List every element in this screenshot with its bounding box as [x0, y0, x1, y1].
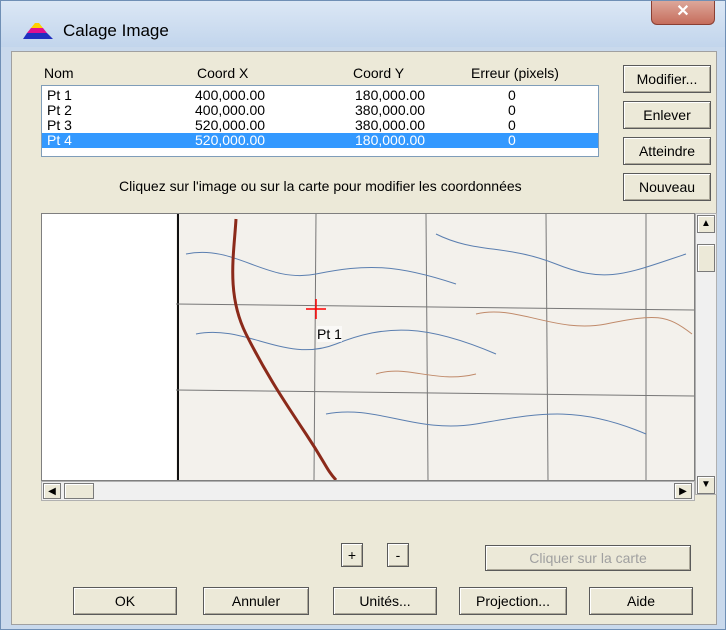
map-image-view[interactable]: Pt 1 [41, 213, 695, 481]
point-coord-x: 400,000.00 [195, 102, 266, 118]
map-layers-icon [23, 23, 53, 39]
map-horizontal-scrollbar[interactable]: ◀ ▶ [41, 481, 695, 501]
point-coord-x: 400,000.00 [195, 87, 266, 103]
point-error: 0 [508, 132, 516, 148]
point-coord-y: 180,000.00 [355, 132, 426, 148]
nouveau-button-label: Nouveau [638, 179, 696, 195]
arrow-up-icon: ▲ [701, 218, 711, 229]
modifier-button-label: Modifier... [636, 71, 698, 87]
atteindre-button-label: Atteindre [638, 143, 696, 159]
column-header-coord-x: Coord X [197, 65, 249, 81]
scroll-up-button[interactable]: ▲ [697, 215, 715, 233]
enlever-button[interactable]: Enlever [623, 101, 711, 129]
scroll-down-button[interactable]: ▼ [697, 476, 715, 494]
list-item[interactable]: Pt 3 520,000.00 380,000.00 0 [42, 118, 598, 133]
aide-button[interactable]: Aide [589, 587, 693, 615]
zoom-in-button[interactable]: + [341, 543, 363, 567]
modifier-button[interactable]: Modifier... [623, 65, 711, 93]
instruction-text: Cliquez sur l'image ou sur la carte pour… [119, 178, 522, 194]
points-list[interactable]: Pt 1 400,000.00 180,000.00 0 Pt 2 400,00… [41, 85, 599, 157]
point-error: 0 [508, 117, 516, 133]
column-header-erreur: Erreur (pixels) [471, 65, 559, 81]
unites-button[interactable]: Unités... [333, 587, 437, 615]
point-error: 0 [508, 102, 516, 118]
point-coord-y: 180,000.00 [355, 87, 426, 103]
zoom-out-label: - [395, 547, 401, 563]
list-item[interactable]: Pt 1 400,000.00 180,000.00 0 [42, 88, 598, 103]
cliquer-sur-la-carte-label: Cliquer sur la carte [529, 550, 647, 566]
point-name: Pt 2 [47, 102, 72, 118]
calage-image-dialog: Calage Image ✕ Nom Coord X Coord Y Erreu… [0, 0, 726, 630]
point-name: Pt 1 [47, 87, 72, 103]
scroll-thumb[interactable] [697, 244, 715, 272]
aide-button-label: Aide [626, 593, 656, 609]
arrow-right-icon: ▶ [679, 486, 687, 497]
point-name: Pt 4 [47, 132, 72, 148]
point-coord-y: 380,000.00 [355, 102, 426, 118]
annuler-button-label: Annuler [231, 593, 281, 609]
scroll-left-button[interactable]: ◀ [43, 483, 61, 499]
column-header-nom: Nom [44, 65, 74, 81]
list-item-selected[interactable]: Pt 4 520,000.00 180,000.00 0 [42, 133, 598, 148]
point-name: Pt 3 [47, 117, 72, 133]
scanned-map-image[interactable] [176, 214, 694, 480]
window-title: Calage Image [63, 21, 169, 40]
zoom-in-label: + [347, 547, 357, 563]
cliquer-sur-la-carte-button[interactable]: Cliquer sur la carte [485, 545, 691, 571]
scroll-thumb[interactable] [64, 483, 94, 499]
atteindre-button[interactable]: Atteindre [623, 137, 711, 165]
projection-button[interactable]: Projection... [459, 587, 567, 615]
enlever-button-label: Enlever [643, 107, 691, 123]
point-coord-y: 380,000.00 [355, 117, 426, 133]
ok-button-label: OK [114, 593, 136, 609]
list-item[interactable]: Pt 2 400,000.00 380,000.00 0 [42, 103, 598, 118]
point-coord-x: 520,000.00 [195, 132, 266, 148]
arrow-left-icon: ◀ [48, 486, 56, 497]
close-icon: ✕ [676, 3, 690, 20]
close-button[interactable]: ✕ [651, 1, 715, 25]
map-vertical-scrollbar[interactable]: ▲ ▼ [695, 213, 717, 495]
zoom-out-button[interactable]: - [387, 543, 409, 567]
point-coord-x: 520,000.00 [195, 117, 266, 133]
ok-button[interactable]: OK [73, 587, 177, 615]
projection-button-label: Projection... [476, 593, 550, 609]
map-point-label: Pt 1 [317, 326, 342, 342]
unites-button-label: Unités... [359, 593, 411, 609]
arrow-down-icon: ▼ [701, 479, 711, 490]
title-bar: Calage Image ✕ [1, 1, 725, 47]
column-header-coord-y: Coord Y [353, 65, 405, 81]
point-error: 0 [508, 87, 516, 103]
nouveau-button[interactable]: Nouveau [623, 173, 711, 201]
scroll-right-button[interactable]: ▶ [674, 483, 692, 499]
annuler-button[interactable]: Annuler [203, 587, 309, 615]
